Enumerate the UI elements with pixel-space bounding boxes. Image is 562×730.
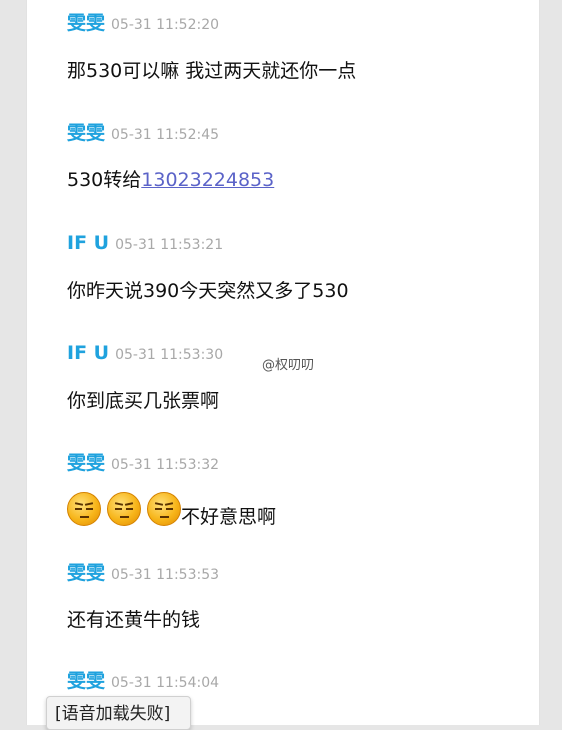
message-5: 雯雯 05-31 11:53:32 不好意思啊 — [67, 452, 539, 529]
message-text: 你到底买几张票啊 — [67, 390, 220, 412]
sender-name[interactable]: 雯雯 — [67, 122, 105, 144]
message-time: 05-31 11:52:45 — [111, 127, 220, 143]
sender-name[interactable]: IF U — [67, 342, 109, 364]
phone-link[interactable]: 13023224853 — [141, 169, 274, 191]
message-4: IF U 05-31 11:53:30 你到底买几张票啊 — [67, 342, 539, 413]
message-time: 05-31 11:52:20 — [111, 17, 220, 33]
message-1: 雯雯 05-31 11:52:20 那530可以嘛 我过两天就还你一点 — [67, 12, 539, 83]
message-text: 你昨天说390今天突然又多了530 — [67, 280, 349, 302]
message-time: 05-31 11:54:04 — [111, 675, 220, 691]
message-2: 雯雯 05-31 11:52:45 530转给13023224853 — [67, 122, 539, 192]
message-text: 还有还黄牛的钱 — [67, 609, 201, 631]
message-text: 不好意思啊 — [181, 506, 277, 528]
sender-name[interactable]: 雯雯 — [67, 562, 105, 584]
message-content: 不好意思啊 — [67, 488, 539, 529]
sneering-face-icon — [107, 491, 141, 526]
sneering-face-icon — [147, 491, 181, 526]
sneering-face-icon — [67, 491, 101, 526]
message-time: 05-31 11:53:32 — [111, 457, 220, 473]
message-time: 05-31 11:53:21 — [115, 237, 224, 253]
message-7: 雯雯 05-31 11:54:04 — [67, 670, 539, 692]
sender-name[interactable]: 雯雯 — [67, 670, 105, 692]
message-3: IF U 05-31 11:53:21 你昨天说390今天突然又多了530 — [67, 232, 539, 303]
message-time: 05-31 11:53:30 — [115, 347, 224, 363]
message-6: 雯雯 05-31 11:53:53 还有还黄牛的钱 — [67, 562, 539, 632]
message-text: 530转给13023224853 — [67, 165, 539, 192]
sender-name[interactable]: IF U — [67, 232, 109, 254]
message-time: 05-31 11:53:53 — [111, 567, 220, 583]
watermark: @权叨叨 — [262, 358, 315, 373]
sender-name[interactable]: 雯雯 — [67, 12, 105, 34]
message-text: 那530可以嘛 我过两天就还你一点 — [67, 60, 357, 82]
sender-name[interactable]: 雯雯 — [67, 452, 105, 474]
message-text-prefix: 530转给 — [67, 169, 142, 191]
